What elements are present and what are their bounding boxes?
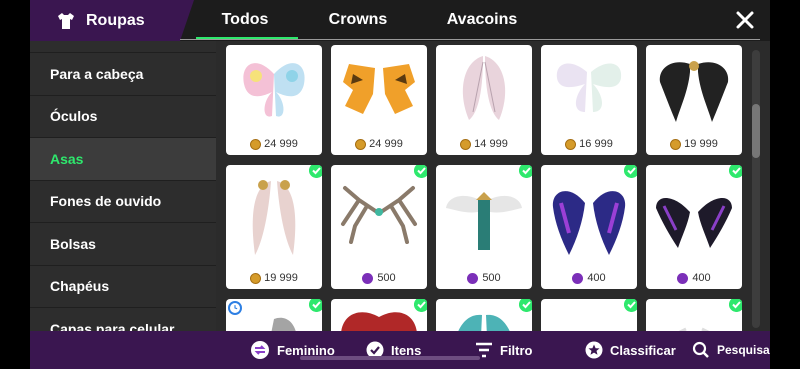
item-card[interactable] — [331, 299, 427, 331]
crown-icon — [362, 272, 374, 284]
item-price: 400 — [541, 272, 637, 284]
home-indicator[interactable] — [300, 356, 480, 360]
item-card[interactable] — [646, 299, 742, 331]
owned-check-icon — [309, 165, 322, 178]
crown-icon — [677, 272, 689, 284]
coin-icon — [250, 272, 262, 284]
sidebar-item-chapeus[interactable]: Chapéus — [30, 266, 216, 308]
wing-image — [541, 165, 637, 267]
item-card[interactable]: 500 — [331, 165, 427, 289]
wing-image — [541, 45, 637, 133]
shirt-icon — [58, 12, 74, 29]
gender-toggle-button[interactable]: Feminino — [250, 331, 335, 369]
item-card[interactable]: 19 999 — [226, 165, 322, 289]
wing-image — [331, 45, 427, 133]
scrollbar-track[interactable] — [752, 50, 760, 328]
tab-crowns[interactable]: Crowns — [326, 0, 390, 41]
item-price: 500 — [436, 272, 532, 284]
item-card[interactable] — [226, 299, 322, 331]
crown-icon — [467, 272, 479, 284]
item-card[interactable]: 500 — [436, 165, 532, 289]
category-sidebar[interactable]: Para a cabeça Óculos Asas Fones de ouvid… — [30, 41, 216, 331]
item-card[interactable] — [436, 299, 532, 331]
item-card[interactable]: 16 999 — [541, 45, 637, 155]
item-card[interactable]: 14 999 — [436, 45, 532, 155]
sort-button[interactable]: Classificar — [585, 331, 676, 369]
wing-image — [646, 45, 742, 133]
sidebar-item-fones-de-ouvido[interactable]: Fones de ouvido — [30, 181, 216, 223]
wing-image — [341, 312, 417, 331]
sidebar-item-oculos[interactable]: Óculos — [30, 96, 216, 138]
item-price: 24 999 — [226, 138, 322, 150]
wing-image — [226, 165, 322, 267]
tab-todos[interactable]: Todos — [196, 0, 298, 41]
bottom-toolbar: Feminino Itens Filtro Classificar Pesqui… — [30, 331, 770, 369]
owned-check-icon — [624, 299, 637, 312]
close-icon[interactable] — [732, 7, 758, 33]
item-price: 14 999 — [436, 138, 532, 150]
top-bar: Roupas Todos Crowns Avacoins — [30, 0, 770, 41]
crown-icon — [572, 272, 584, 284]
owned-check-icon — [729, 165, 742, 178]
item-card[interactable]: 400 — [646, 165, 742, 289]
item-price: 24 999 — [331, 138, 427, 150]
wing-image — [678, 327, 710, 331]
sidebar-item-bolsas[interactable]: Bolsas — [30, 223, 216, 266]
owned-check-icon — [414, 165, 427, 178]
item-grid: 24 999 24 999 14 999 16 999 19 999 19 99… — [226, 41, 746, 331]
category-header: Roupas — [30, 0, 194, 41]
coin-icon — [355, 138, 367, 150]
owned-check-icon — [414, 299, 427, 312]
search-button[interactable]: Pesquisa — [692, 331, 770, 369]
owned-check-icon — [624, 165, 637, 178]
scrollbar-thumb[interactable] — [752, 104, 760, 158]
coin-icon — [460, 138, 472, 150]
wing-image — [436, 45, 532, 133]
coin-icon — [670, 138, 682, 150]
item-card[interactable] — [541, 299, 637, 331]
owned-check-icon — [519, 299, 532, 312]
coin-icon — [250, 138, 262, 150]
wing-image — [226, 45, 322, 133]
item-price: 19 999 — [646, 138, 742, 150]
app-window: Roupas Todos Crowns Avacoins Para a cabe… — [30, 0, 770, 369]
item-card[interactable]: 24 999 — [331, 45, 427, 155]
owned-check-icon — [519, 165, 532, 178]
item-price: 500 — [331, 272, 427, 284]
coin-icon — [565, 138, 577, 150]
search-icon — [692, 341, 709, 358]
owned-check-icon — [729, 299, 742, 312]
wing-image — [646, 165, 742, 267]
item-card[interactable]: 24 999 — [226, 45, 322, 155]
tab-avacoins[interactable]: Avacoins — [442, 0, 522, 41]
sidebar-item-para-a-cabeca[interactable]: Para a cabeça — [30, 53, 216, 96]
wing-image — [458, 314, 510, 331]
wing-image — [331, 165, 427, 267]
category-title: Roupas — [86, 11, 145, 29]
star-icon — [585, 341, 603, 359]
filter-button[interactable]: Filtro — [475, 331, 533, 369]
owned-check-icon — [309, 299, 322, 312]
item-card[interactable]: 400 — [541, 165, 637, 289]
sidebar-spacer — [30, 41, 216, 53]
sidebar-item-asas[interactable]: Asas — [30, 138, 216, 181]
wing-image — [436, 165, 532, 267]
item-price: 19 999 — [226, 272, 322, 284]
item-price: 400 — [646, 272, 742, 284]
swap-gender-icon — [251, 341, 269, 359]
clock-icon — [228, 301, 242, 315]
items-button[interactable]: Itens — [366, 331, 421, 369]
item-price: 16 999 — [541, 138, 637, 150]
sidebar-item-capas-para-celular[interactable]: Capas para celular — [30, 308, 216, 331]
item-card[interactable]: 19 999 — [646, 45, 742, 155]
tab-divider — [180, 39, 760, 40]
